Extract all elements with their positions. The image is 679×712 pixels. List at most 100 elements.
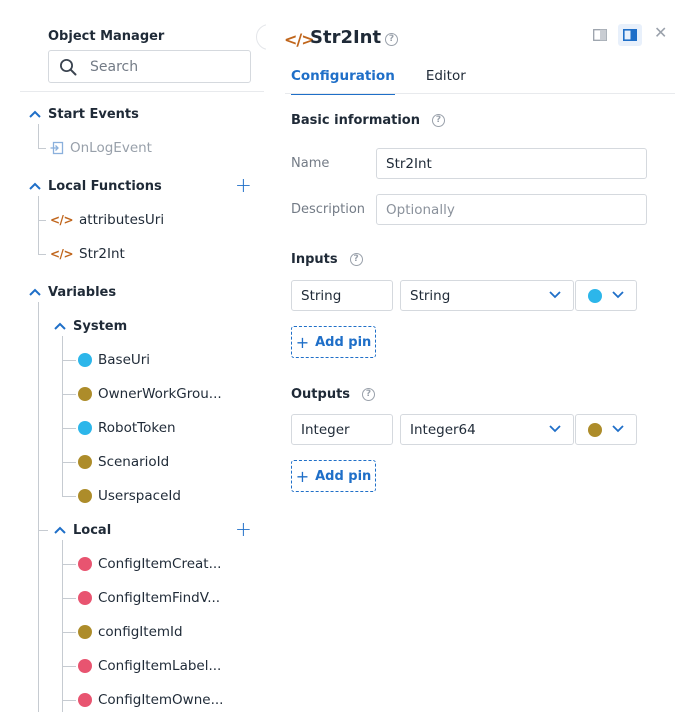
section-label: Start Events <box>48 106 139 122</box>
help-icon[interactable]: ? <box>385 33 398 46</box>
chevron-down-icon <box>612 425 624 433</box>
tree-line <box>62 632 76 633</box>
help-icon[interactable]: ? <box>349 253 363 266</box>
tree-line <box>62 394 76 395</box>
variable-type-dot <box>78 625 92 639</box>
variable-label: configItemId <box>98 624 183 640</box>
section-label: System <box>73 318 128 334</box>
plus-icon: + <box>295 332 310 352</box>
panel-title: Object Manager <box>48 29 165 44</box>
name-label: Name <box>291 156 330 171</box>
variable-item[interactable]: RobotToken <box>78 417 176 439</box>
variable-type-dot <box>78 693 92 707</box>
subsection-local[interactable]: Local <box>53 519 111 541</box>
dock-right-button[interactable] <box>618 24 642 46</box>
input-pin-color-select[interactable] <box>575 280 637 311</box>
input-pin-name-field[interactable]: String <box>291 280 393 311</box>
section-local-functions[interactable]: Local Functions <box>28 175 162 197</box>
description-label: Description <box>291 202 366 217</box>
output-pin-color-select[interactable] <box>575 414 637 445</box>
tree-item-onlogevent[interactable]: OnLogEvent <box>50 137 152 159</box>
help-icon[interactable]: ? <box>362 388 376 401</box>
help-icon[interactable]: ? <box>432 114 445 127</box>
description-field[interactable]: Optionally <box>376 194 647 225</box>
collapse-panel-handle[interactable] <box>256 24 266 50</box>
variable-item[interactable]: ConfigItemLabel... <box>78 655 221 677</box>
name-field[interactable]: Str2Int <box>376 148 647 179</box>
chevron-down-icon <box>612 291 624 299</box>
tree-line <box>62 540 63 712</box>
section-start-events[interactable]: Start Events <box>28 103 139 125</box>
section-label: Local <box>73 522 112 538</box>
tree-line <box>38 196 39 254</box>
chevron-up-icon <box>29 288 41 296</box>
tree-line <box>38 530 48 531</box>
tab-bar: Configuration Editor <box>291 68 497 95</box>
input-pin-type-select[interactable]: String <box>400 280 574 311</box>
tree-item-attributesuri[interactable]: </> attributesUri <box>50 209 164 231</box>
close-icon[interactable]: ✕ <box>654 23 667 42</box>
tree-line <box>38 254 46 255</box>
search-box[interactable] <box>48 50 251 83</box>
select-value: String <box>410 287 451 304</box>
event-icon <box>50 141 64 155</box>
object-manager-panel: Object Manager Start Events OnLogEvent <box>0 0 266 712</box>
chevron-up-icon <box>29 182 41 190</box>
variable-item[interactable]: ScenarioId <box>78 451 169 473</box>
code-icon: </> <box>50 213 74 227</box>
chevron-up-icon <box>54 526 66 534</box>
tree-line <box>62 564 76 565</box>
divider <box>285 93 675 94</box>
variable-label: UserspaceId <box>98 488 181 504</box>
tree-line <box>38 124 39 148</box>
button-label: Add pin <box>315 334 372 350</box>
basic-information-heading: Basic information ? <box>291 113 445 128</box>
chevron-up-icon <box>29 110 41 118</box>
variable-item[interactable]: configItemId <box>78 621 183 643</box>
section-title: Basic information <box>291 113 420 128</box>
variable-item[interactable]: ConfigItemCreat... <box>78 553 221 575</box>
variable-label: ConfigItemOwne... <box>98 692 224 708</box>
output-pin-type-select[interactable]: Integer64 <box>400 414 574 445</box>
panel-right-icon <box>623 29 637 41</box>
divider <box>20 91 264 92</box>
tab-editor[interactable]: Editor <box>426 68 466 95</box>
variable-item[interactable]: BaseUri <box>78 349 150 371</box>
section-variables[interactable]: Variables <box>28 281 116 303</box>
tree-line <box>62 428 76 429</box>
add-input-pin-button[interactable]: + Add pin <box>291 326 376 358</box>
tree-line <box>62 700 76 701</box>
add-function-button[interactable]: + <box>235 175 252 195</box>
variable-item[interactable]: UserspaceId <box>78 485 181 507</box>
search-input[interactable] <box>90 58 240 76</box>
variable-label: ScenarioId <box>98 454 170 470</box>
tree-item-label: OnLogEvent <box>70 140 152 156</box>
pin-color-dot <box>588 422 602 437</box>
chevron-up-icon <box>54 322 66 330</box>
tree-line <box>62 496 76 497</box>
variable-item[interactable]: ConfigItemFindV... <box>78 587 220 609</box>
section-label: Variables <box>48 284 117 300</box>
variable-type-dot <box>78 421 92 435</box>
plus-icon: + <box>295 466 310 486</box>
tree-line <box>38 148 46 149</box>
variable-item[interactable]: ConfigItemOwne... <box>78 689 223 711</box>
variable-type-dot <box>78 387 92 401</box>
add-variable-button[interactable]: + <box>235 519 252 539</box>
subsection-system[interactable]: System <box>53 315 127 337</box>
variable-label: RobotToken <box>98 420 176 436</box>
output-pin-name-field[interactable]: Integer <box>291 414 393 445</box>
variable-item[interactable]: OwnerWorkGrou... <box>78 383 222 405</box>
dock-left-button[interactable] <box>588 24 612 46</box>
tree-item-str2int[interactable]: </> Str2Int <box>50 243 125 265</box>
variable-type-dot <box>78 591 92 605</box>
variable-label: ConfigItemLabel... <box>98 658 222 674</box>
section-title: Inputs <box>291 252 338 267</box>
tree-line <box>62 462 76 463</box>
add-output-pin-button[interactable]: + Add pin <box>291 460 376 492</box>
pin-color-dot <box>588 288 602 303</box>
button-label: Add pin <box>315 468 372 484</box>
variable-type-dot <box>78 353 92 367</box>
tab-configuration[interactable]: Configuration <box>291 68 395 95</box>
variable-type-dot <box>78 489 92 503</box>
